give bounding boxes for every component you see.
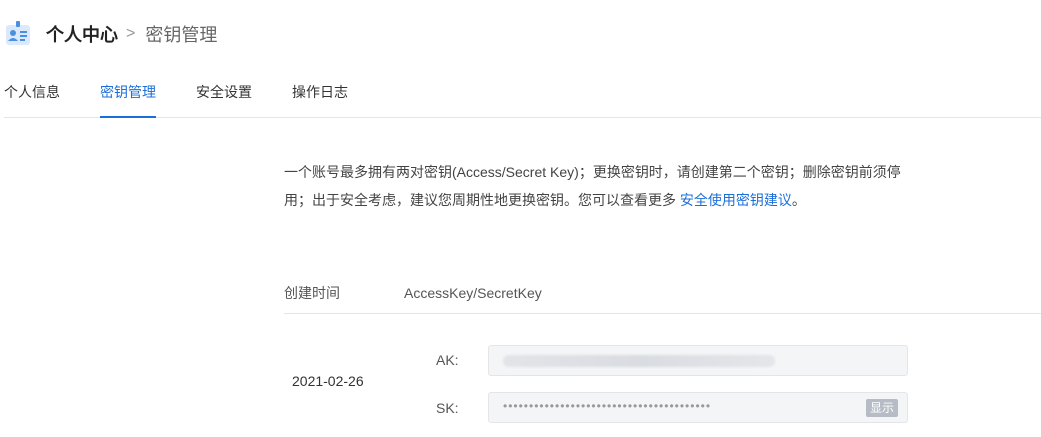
tab-key-management[interactable]: 密钥管理 [100,70,156,118]
tab-personal-info[interactable]: 个人信息 [4,70,60,118]
access-key-field[interactable] [488,345,908,376]
tab-security-settings[interactable]: 安全设置 [196,70,252,118]
created-date: 2021-02-26 [292,373,364,389]
secret-key-masked: •••••••••••••••••••••••••••••••••••••••• [503,399,712,413]
chevron-right-icon: > [126,25,136,42]
tab-bar: 个人信息 密钥管理 安全设置 操作日志 [4,70,1041,118]
show-secret-button[interactable]: 显示 [865,399,898,417]
breadcrumb-current: 密钥管理 [145,25,218,45]
secret-key-field[interactable]: ••••••••••••••••••••••••••••••••••••••••… [488,392,908,423]
key-table-header: 创建时间 AccessKey/SecretKey [284,272,1041,314]
page-title: 个人中心 [46,25,118,45]
access-key-value-redacted [503,355,775,367]
page-header: 个人中心 > 密钥管理 [4,18,217,50]
column-created-time: 创建时间 [284,285,340,301]
sk-label: SK: [436,400,459,416]
notice-end: 。 [791,192,806,208]
notice-text: 一个账号最多拥有两对密钥(Access/Secret Key)；更换密钥时，请创… [284,164,901,208]
ak-label: AK: [436,352,459,368]
tab-operation-log[interactable]: 操作日志 [292,70,348,118]
column-access-secret-key: AccessKey/SecretKey [404,285,542,301]
security-advice-link[interactable]: 安全使用密钥建议 [680,192,792,208]
user-card-icon [4,20,32,48]
key-notice: 一个账号最多拥有两对密钥(Access/Secret Key)；更换密钥时，请创… [284,158,924,214]
